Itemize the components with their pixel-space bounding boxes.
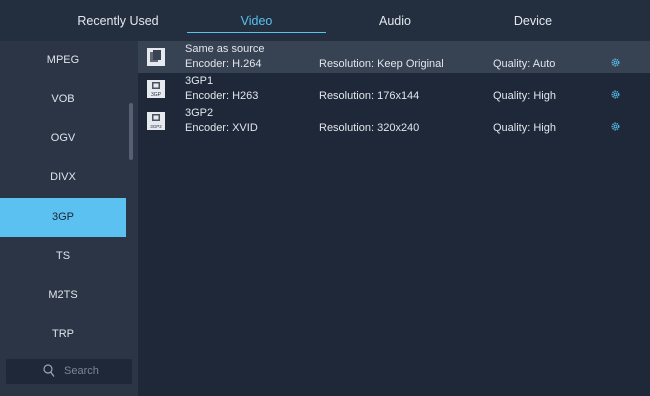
sidebar-item-vob[interactable]: VOB: [0, 80, 126, 119]
format-sidebar: MPEG VOB OGV DIVX 3GP TS M2TS TRP: [0, 41, 138, 396]
preset-quality: Quality: High: [493, 90, 556, 102]
tab-video[interactable]: Video: [187, 0, 326, 40]
gear-icon[interactable]: [610, 57, 621, 68]
preset-resolution: Resolution: Keep Original: [319, 58, 444, 70]
preset-encoder: Encoder: H263: [185, 90, 259, 102]
sidebar-item-ogv[interactable]: OGV: [0, 119, 126, 158]
tab-audio[interactable]: Audio: [326, 0, 464, 40]
preset-row-same-as-source[interactable]: Same as source Encoder: H.264 Resolution…: [138, 41, 650, 73]
sidebar-item-mpeg[interactable]: MPEG: [0, 41, 126, 80]
preset-row-3gp2[interactable]: 3GP2 3GP2 Encoder: XVID Resolution: 320x…: [138, 105, 650, 137]
preset-name: 3GP2: [185, 107, 214, 119]
sidebar-item-divx[interactable]: DIVX: [0, 158, 126, 197]
gear-icon[interactable]: [610, 89, 621, 100]
preset-name: 3GP1: [185, 75, 214, 87]
3gp-thumb-label: 3GP: [151, 92, 162, 98]
preset-quality: Quality: High: [493, 122, 556, 134]
3gp-file-icon: 3GP2: [147, 112, 165, 130]
sidebar-item-trp[interactable]: TRP: [0, 315, 126, 354]
preset-resolution: Resolution: 320x240: [319, 122, 420, 134]
search-input[interactable]: Search: [6, 359, 132, 384]
sidebar-item-m2ts[interactable]: M2TS: [0, 276, 126, 315]
preset-encoder: Encoder: XVID: [185, 122, 258, 134]
preset-quality: Quality: Auto: [493, 58, 556, 70]
preset-resolution: Resolution: 176x144: [319, 90, 420, 102]
tab-recently-used[interactable]: Recently Used: [48, 0, 188, 40]
search-icon: [43, 364, 55, 377]
format-tabs: Recently Used Video Audio Device: [0, 0, 650, 42]
tab-device[interactable]: Device: [464, 0, 602, 40]
preset-encoder: Encoder: H.264: [185, 58, 262, 70]
sidebar-scrollbar[interactable]: [129, 103, 133, 160]
preset-list: Same as source Encoder: H.264 Resolution…: [138, 41, 650, 396]
copy-source-icon: [147, 48, 165, 66]
preset-name: Same as source: [185, 43, 265, 55]
gear-icon[interactable]: [610, 121, 621, 132]
3gp-file-icon: 3GP: [147, 80, 165, 98]
sidebar-item-ts[interactable]: TS: [0, 237, 126, 276]
active-tab-indicator: [187, 32, 326, 33]
preset-row-3gp1[interactable]: 3GP 3GP1 Encoder: H263 Resolution: 176x1…: [138, 73, 650, 105]
search-placeholder: Search: [64, 365, 99, 377]
3gp2-thumb-label: 3GP2: [150, 124, 162, 129]
sidebar-item-3gp[interactable]: 3GP: [0, 198, 126, 237]
